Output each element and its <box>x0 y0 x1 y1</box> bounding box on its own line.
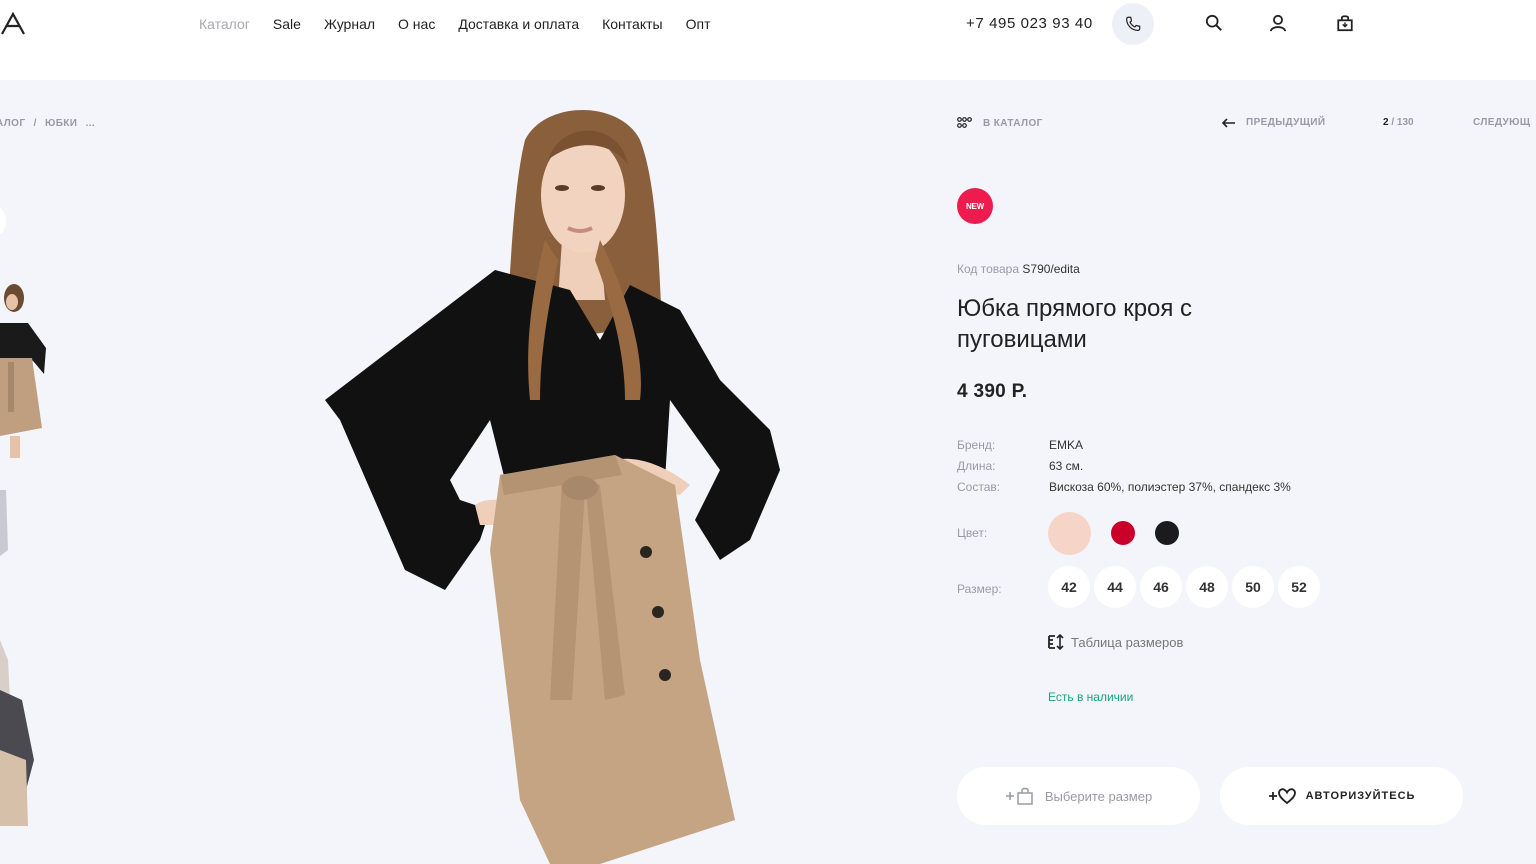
size-option[interactable]: 48 <box>1186 566 1228 608</box>
phone-icon <box>1126 16 1141 31</box>
prop-value: 63 см. <box>1049 459 1084 473</box>
breadcrumb-catalog[interactable]: алог <box>0 118 25 129</box>
color-swatch-red[interactable] <box>1111 521 1135 545</box>
prop-row-composition: Состав: Вискоза 60%, полиэстер 37%, спан… <box>957 480 1291 501</box>
thumbnail-1[interactable] <box>0 278 48 458</box>
product-photo[interactable] <box>300 100 800 864</box>
add-to-cart-button[interactable]: Выберите размер <box>957 767 1200 825</box>
prop-value: Вискоза 60%, полиэстер 37%, спандекс 3% <box>1049 480 1291 494</box>
color-swatch-black[interactable] <box>1155 521 1179 545</box>
size-table-link[interactable]: Таблица размеров <box>1048 634 1183 650</box>
phone-number[interactable]: +7 495 023 93 40 <box>966 15 1093 32</box>
previous-label: Предыдущий <box>1246 117 1326 128</box>
add-to-cart-label: Выберите размер <box>1044 788 1153 804</box>
size-option[interactable]: 44 <box>1094 566 1136 608</box>
size-table-label: Таблица размеров <box>1071 634 1184 650</box>
user-icon[interactable] <box>1268 13 1288 33</box>
pager-total: 130 <box>1396 117 1414 128</box>
prop-label: Бренд: <box>957 438 996 452</box>
nav-catalog[interactable]: Каталог <box>199 16 250 32</box>
prop-row-brand: Бренд: EMKA <box>957 438 1291 459</box>
prop-label: Состав: <box>957 480 1001 494</box>
product-sku: Код товара S790/edita <box>957 262 1080 276</box>
color-swatch-pink[interactable] <box>1048 512 1091 555</box>
search-icon[interactable] <box>1204 13 1224 33</box>
product-pager: 2 / 130 <box>1383 117 1414 128</box>
size-option[interactable]: 52 <box>1278 566 1320 608</box>
thumbnail-3[interactable] <box>0 640 48 826</box>
back-to-catalog-link[interactable]: В каталог <box>957 117 1043 129</box>
size-selector: 42 44 46 48 50 52 <box>1048 566 1320 608</box>
add-to-favorites-label: Авторизуйтесь <box>1305 790 1416 802</box>
stock-status: Есть в наличии <box>1048 690 1134 704</box>
prop-label: Длина: <box>957 459 996 473</box>
new-badge: NEW <box>957 188 993 224</box>
add-to-cart-icon <box>1005 787 1033 805</box>
nav-delivery[interactable]: Доставка и оплата <box>458 16 579 32</box>
prop-row-length: Длина: 63 см. <box>957 459 1291 480</box>
size-table-icon <box>1048 634 1064 650</box>
nav-about[interactable]: О нас <box>398 16 435 32</box>
thumbs-up-arrow[interactable] <box>0 206 6 236</box>
size-option[interactable]: 42 <box>1048 566 1090 608</box>
previous-product-link[interactable]: Предыдущий <box>1222 117 1325 128</box>
breadcrumb-more[interactable]: ... <box>86 118 96 129</box>
breadcrumb-skirts[interactable]: юбки <box>45 118 77 129</box>
main-nav: Каталог Sale Журнал О нас Доставка и опл… <box>199 16 710 32</box>
next-product-link[interactable]: Следующ <box>1473 117 1530 128</box>
back-to-catalog-label: В каталог <box>983 117 1043 129</box>
arrow-left-icon <box>1222 117 1235 128</box>
header: Каталог Sale Журнал О нас Доставка и опл… <box>0 0 1536 80</box>
size-option[interactable]: 50 <box>1232 566 1274 608</box>
size-label: Размер: <box>957 582 1002 596</box>
nav-wholesale[interactable]: Опт <box>686 16 711 32</box>
grid-icon <box>957 117 972 128</box>
breadcrumb: алог / юбки ... <box>0 118 100 129</box>
call-button[interactable] <box>1112 3 1154 45</box>
nav-sale[interactable]: Sale <box>273 16 301 32</box>
nav-journal[interactable]: Журнал <box>324 16 375 32</box>
add-to-favorites-icon <box>1268 788 1296 805</box>
thumbnail-2[interactable] <box>0 490 48 560</box>
sku-label: Код товара <box>957 262 1020 276</box>
cart-icon[interactable] <box>1335 13 1355 33</box>
color-label: Цвет: <box>957 526 988 540</box>
add-to-favorites-button[interactable]: Авторизуйтесь <box>1220 767 1463 825</box>
logo-icon[interactable] <box>0 12 26 36</box>
size-option[interactable]: 46 <box>1140 566 1182 608</box>
product-title: Юбка прямого кроя с пуговицами <box>957 295 1193 353</box>
pager-separator: / <box>1388 117 1397 128</box>
product-price: 4 390 Р. <box>957 381 1028 402</box>
sku-value: S790/edita <box>1022 262 1080 276</box>
prop-value: EMKA <box>1049 438 1084 452</box>
product-properties: Бренд: EMKA Длина: 63 см. Состав: Вискоз… <box>957 438 1291 501</box>
nav-contacts[interactable]: Контакты <box>602 16 662 32</box>
breadcrumb-separator: / <box>33 118 37 129</box>
